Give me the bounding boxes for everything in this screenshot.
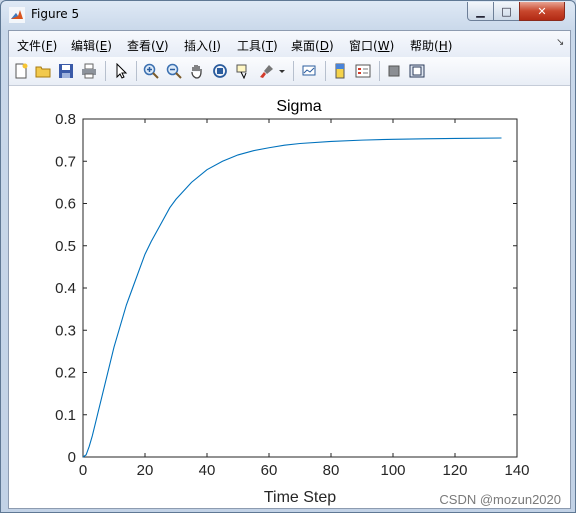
toolbar-separator xyxy=(105,61,106,81)
axes-box xyxy=(82,118,518,458)
menu-desktop[interactable]: 桌面(D) xyxy=(291,37,334,54)
menu-tools[interactable]: 工具(T) xyxy=(237,37,278,54)
menu-help[interactable]: 帮助(H) xyxy=(410,37,452,54)
maximize-button[interactable]: □ xyxy=(493,2,520,21)
watermark-text: CSDN @mozun2020 xyxy=(439,492,561,507)
toolbar-separator xyxy=(379,61,380,81)
colorbar-icon[interactable] xyxy=(331,62,349,80)
plot-svg[interactable]: Sigma 0 20 40 60 80 100 120 140 0 0.1 0.2 0.3 0.4 0.… xyxy=(9,86,570,508)
y-tick-label: 0 xyxy=(68,449,76,466)
menu-insert[interactable]: 插入(I) xyxy=(184,37,221,54)
menu-edit[interactable]: 编辑(E) xyxy=(71,37,112,54)
menu-overflow-icon[interactable]: ↘ xyxy=(556,37,564,48)
x-tick-label: 120 xyxy=(442,462,467,479)
x-tick-label: 60 xyxy=(261,462,278,479)
zoom-in-icon[interactable] xyxy=(142,62,160,80)
brush-dropdown-icon[interactable] xyxy=(277,62,287,80)
y-tick-label: 0.3 xyxy=(55,322,76,339)
new-figure-icon[interactable] xyxy=(12,62,30,80)
x-tick-label: 20 xyxy=(137,462,154,479)
toolbar-separator xyxy=(136,61,137,81)
y-tick-label: 0.5 xyxy=(55,238,76,255)
x-tick-label: 80 xyxy=(323,462,340,479)
print-icon[interactable] xyxy=(80,62,98,80)
data-cursor-icon[interactable] xyxy=(234,62,252,80)
x-tick-label: 100 xyxy=(380,462,405,479)
title-bar[interactable]: Figure 5 ▁ □ ✕ xyxy=(1,1,575,29)
menu-file[interactable]: 文件(F) xyxy=(17,37,57,54)
figure-window: Figure 5 ▁ □ ✕ 文件(F) 编辑(E) 查看(V) 插入(I) 工… xyxy=(0,0,576,513)
figure-client-area: 文件(F) 编辑(E) 查看(V) 插入(I) 工具(T) 桌面(D) 窗口(W… xyxy=(8,30,571,509)
open-file-icon[interactable] xyxy=(34,62,52,80)
show-plot-tools-icon[interactable] xyxy=(408,62,426,80)
legend-icon[interactable] xyxy=(354,62,372,80)
link-plot-icon[interactable] xyxy=(300,62,318,80)
save-icon[interactable] xyxy=(57,62,75,80)
pointer-icon[interactable] xyxy=(112,62,130,80)
matlab-logo-icon xyxy=(9,7,25,23)
axes-title: Sigma xyxy=(276,98,321,115)
rotate-3d-icon[interactable] xyxy=(211,62,229,80)
brush-icon[interactable] xyxy=(258,62,276,80)
x-axis-label: Time Step xyxy=(264,489,336,506)
menu-window[interactable]: 窗口(W) xyxy=(349,37,394,54)
toolbar-separator xyxy=(325,61,326,81)
zoom-out-icon[interactable] xyxy=(165,62,183,80)
toolbar-separator xyxy=(293,61,294,81)
menu-view[interactable]: 查看(V) xyxy=(127,37,169,54)
x-tick-label: 140 xyxy=(504,462,529,479)
x-tick-label: 0 xyxy=(79,462,87,479)
y-tick-label: 0.8 xyxy=(55,111,76,128)
hide-plot-tools-icon[interactable] xyxy=(385,62,403,80)
close-button[interactable]: ✕ xyxy=(519,2,565,21)
y-tick-label: 0.1 xyxy=(55,407,76,424)
pan-hand-icon[interactable] xyxy=(188,62,206,80)
y-tick-label: 0.2 xyxy=(55,365,76,382)
x-tick-label: 40 xyxy=(199,462,216,479)
figure-canvas[interactable]: Sigma 0 20 40 60 80 100 120 140 0 0.1 0.2 0.3 0.4 0.… xyxy=(9,86,570,508)
y-tick-label: 0.7 xyxy=(55,153,76,170)
y-tick-label: 0.6 xyxy=(55,196,76,213)
window-title: Figure 5 xyxy=(31,7,80,21)
menu-bar: 文件(F) 编辑(E) 查看(V) 插入(I) 工具(T) 桌面(D) 窗口(W… xyxy=(9,31,570,57)
y-tick-label: 0.4 xyxy=(55,280,76,297)
minimize-button[interactable]: ▁ xyxy=(467,2,494,21)
figure-toolbar xyxy=(9,57,570,86)
